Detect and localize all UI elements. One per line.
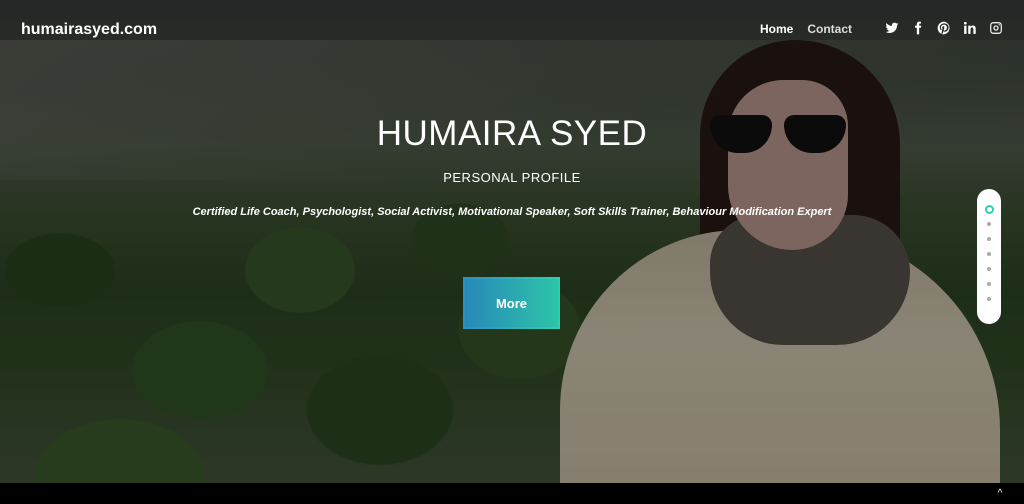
- nav-links: Home Contact: [760, 22, 852, 36]
- site-brand[interactable]: humairasyed.com: [21, 21, 157, 39]
- hero-subtitle: PERSONAL PROFILE: [443, 170, 581, 185]
- dot-nav-item-3[interactable]: [987, 237, 991, 241]
- dot-nav-item-2[interactable]: [987, 222, 991, 226]
- dot-nav-item-6[interactable]: [987, 282, 991, 286]
- instagram-icon[interactable]: [988, 20, 1004, 36]
- social-links: [884, 20, 1004, 36]
- dot-nav-item-5[interactable]: [987, 267, 991, 271]
- chevron-up-icon[interactable]: ^: [994, 488, 1006, 500]
- hero-tagline: Certified Life Coach, Psychologist, Soci…: [192, 206, 832, 218]
- facebook-icon[interactable]: [910, 20, 926, 36]
- top-navbar: humairasyed.com Home Contact: [0, 0, 1024, 60]
- section-dot-nav: [977, 189, 1001, 324]
- bottom-bar: [0, 483, 1024, 504]
- twitter-icon[interactable]: [884, 20, 900, 36]
- dot-nav-item-4[interactable]: [987, 252, 991, 256]
- linkedin-icon[interactable]: [962, 20, 978, 36]
- hero-overlay: [0, 0, 1024, 483]
- pinterest-icon[interactable]: [936, 20, 952, 36]
- nav-item-home[interactable]: Home: [760, 22, 793, 36]
- dot-nav-item-1[interactable]: [984, 205, 994, 214]
- dot-nav-item-7[interactable]: [987, 297, 991, 301]
- more-button[interactable]: More: [463, 277, 560, 329]
- hero-title: HUMAIRA SYED: [376, 114, 648, 153]
- nav-item-contact[interactable]: Contact: [807, 22, 852, 36]
- hero-background: [0, 0, 1024, 483]
